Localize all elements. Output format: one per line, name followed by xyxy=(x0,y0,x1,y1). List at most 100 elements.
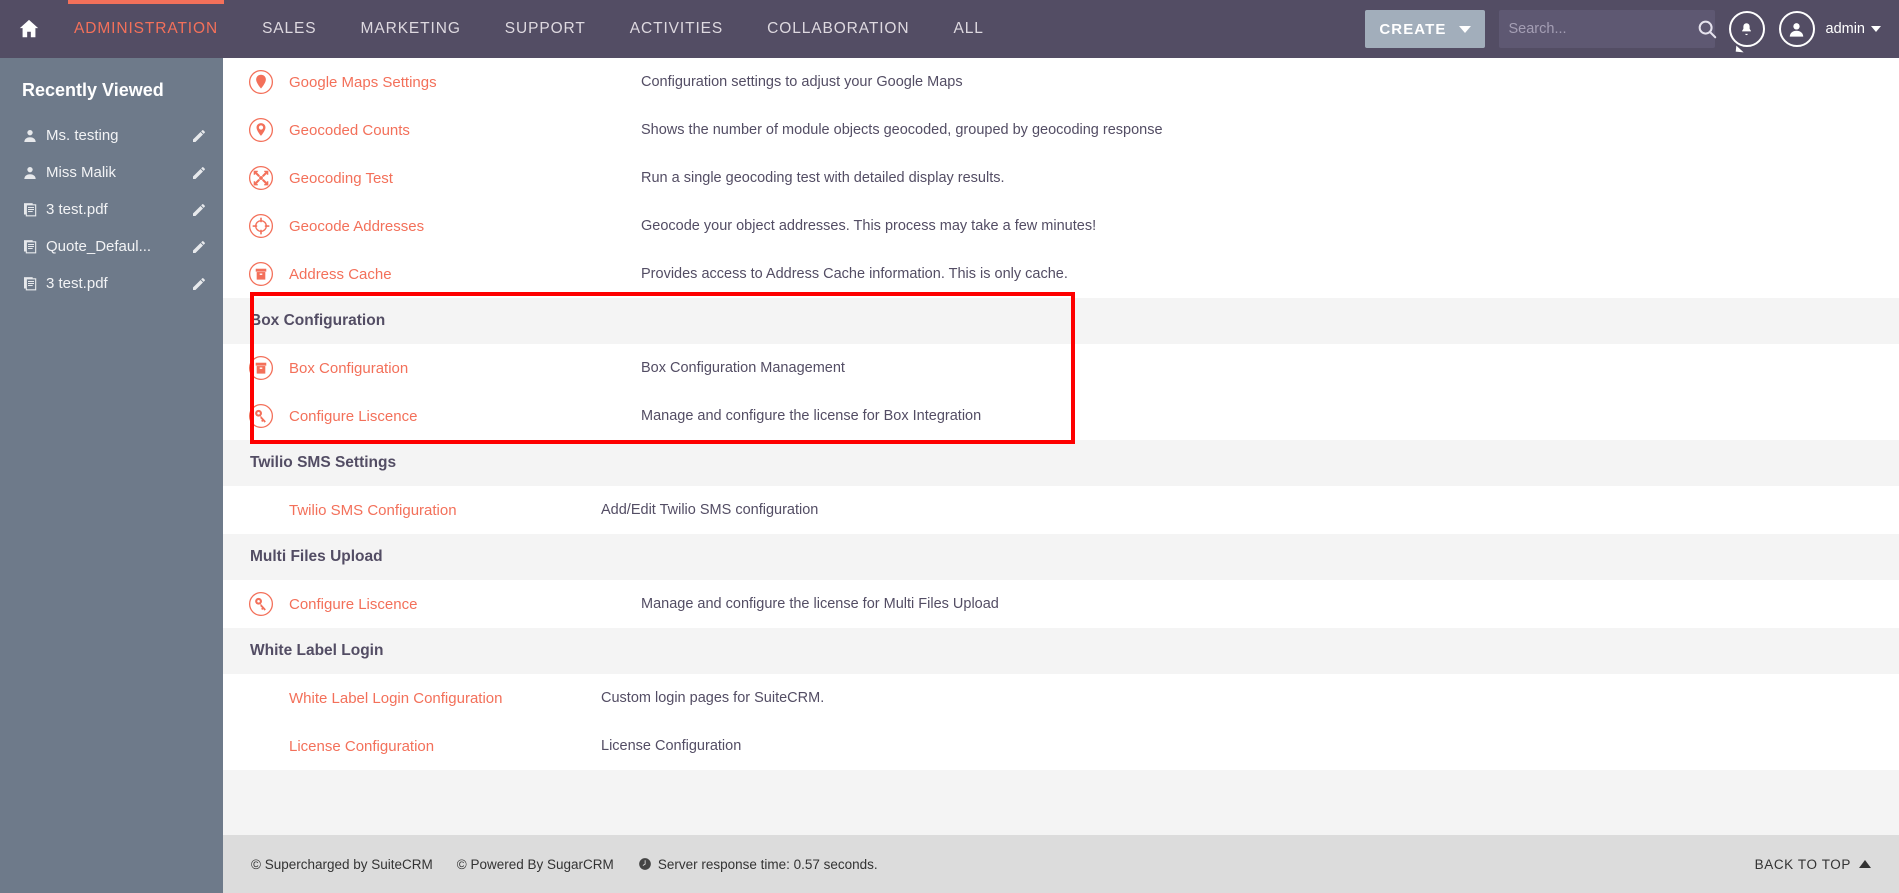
admin-description: Configuration settings to adjust your Go… xyxy=(641,74,963,90)
admin-link[interactable]: Configure Liscence xyxy=(281,408,641,425)
admin-link[interactable]: White Label Login Configuration xyxy=(241,690,601,707)
footer-response-time-text: Server response time: 0.57 seconds. xyxy=(657,856,878,872)
nav-item-collaboration[interactable]: COLLABORATION xyxy=(745,0,931,58)
sidebar-item-2[interactable]: 3 test.pdf xyxy=(0,191,223,228)
admin-row: Twilio SMS Configuration Add/Edit Twilio … xyxy=(223,486,1899,534)
recently-viewed-list: Ms. testing Miss Malik 3 test.pdf Quote_Def… xyxy=(0,117,223,302)
section-panel-0: Google Maps Settings Configuration settin… xyxy=(223,58,1899,298)
pencil-icon[interactable] xyxy=(189,202,207,218)
archive-box-icon xyxy=(241,261,281,287)
admin-link[interactable]: Geocoding Test xyxy=(281,170,641,187)
admin-description: Shows the number of module objects geoco… xyxy=(641,122,1163,138)
user-avatar-icon[interactable] xyxy=(1778,11,1815,47)
admin-sections: Google Maps Settings Configuration settin… xyxy=(223,58,1899,770)
navbar-right-tools: CREATE admin xyxy=(1365,0,1899,58)
back-to-top-label: BACK TO TOP xyxy=(1754,856,1851,872)
admin-description: Geocode your object addresses. This proc… xyxy=(641,218,1097,234)
admin-row: White Label Login Configuration Custom lo… xyxy=(223,674,1899,722)
admin-row: Configure Liscence Manage and configure t… xyxy=(223,580,1899,628)
admin-row: Geocoding Test Run a single geocoding tes… xyxy=(223,154,1899,202)
nav-item-all[interactable]: ALL xyxy=(932,0,1006,58)
document-icon xyxy=(22,238,46,255)
notifications-icon[interactable] xyxy=(1728,11,1765,47)
admin-description: Manage and configure the license for Mul… xyxy=(641,596,999,612)
section-panel-1: Box Configuration Box Configuration Manag… xyxy=(223,344,1899,440)
search-box[interactable] xyxy=(1498,10,1718,48)
section-panel-4: White Label Login Configuration Custom lo… xyxy=(223,674,1899,770)
sidebar-item-label: Quote_Defaul... xyxy=(46,238,152,255)
admin-row: Google Maps Settings Configuration settin… xyxy=(223,58,1899,106)
main-menu: ADMINISTRATION SALES MARKETING SUPPORT ACTIV… xyxy=(52,0,1006,58)
search-icon[interactable] xyxy=(1696,18,1718,40)
pencil-icon[interactable] xyxy=(189,239,207,255)
sidebar-item-0[interactable]: Ms. testing xyxy=(0,117,223,154)
admin-link[interactable]: Google Maps Settings xyxy=(281,74,641,91)
document-icon xyxy=(22,201,46,218)
sidebar-item-3[interactable]: Quote_Defaul... xyxy=(0,228,223,265)
admin-link[interactable]: Geocoded Counts xyxy=(281,122,641,139)
sidebar-item-label: 3 test.pdf xyxy=(46,275,108,292)
top-navigation-bar: ADMINISTRATION SALES MARKETING SUPPORT ACTIV… xyxy=(0,0,1899,58)
admin-description: Run a single geocoding test with detaile… xyxy=(641,170,1005,186)
nav-item-activities[interactable]: ACTIVITIES xyxy=(608,0,745,58)
pencil-icon[interactable] xyxy=(189,276,207,292)
admin-description: License Configuration xyxy=(601,738,742,754)
map-pin-filled-icon xyxy=(241,69,281,95)
admin-link[interactable]: License Configuration xyxy=(241,738,601,755)
create-button-label: CREATE xyxy=(1379,20,1447,38)
chevron-down-icon xyxy=(1458,25,1471,33)
admin-link[interactable]: Box Configuration xyxy=(281,360,641,377)
user-icon xyxy=(22,165,46,181)
create-button[interactable]: CREATE xyxy=(1365,10,1485,48)
nav-item-marketing[interactable]: MARKETING xyxy=(339,0,483,58)
arrow-up-icon xyxy=(1859,860,1871,868)
nav-item-sales[interactable]: SALES xyxy=(240,0,338,58)
pencil-icon[interactable] xyxy=(189,165,207,181)
section-title-1: Box Configuration xyxy=(223,298,1899,344)
footer-response-time: Server response time: 0.57 seconds. xyxy=(638,857,878,872)
sidebar-item-label: 3 test.pdf xyxy=(46,201,108,218)
section-panel-3: Configure Liscence Manage and configure t… xyxy=(223,580,1899,628)
admin-link[interactable]: Twilio SMS Configuration xyxy=(241,502,601,519)
admin-row: Geocoded Counts Shows the number of modul… xyxy=(223,106,1899,154)
pencil-icon[interactable] xyxy=(189,128,207,144)
admin-row: Box Configuration Box Configuration Manag… xyxy=(223,344,1899,392)
admin-row: License Configuration License Configurati… xyxy=(223,722,1899,770)
admin-menu[interactable]: admin xyxy=(1825,21,1881,37)
footer-supercharged: © Supercharged by SuiteCRM xyxy=(251,856,433,872)
archive-box-icon xyxy=(241,355,281,381)
clock-icon xyxy=(638,857,652,871)
sidebar: Recently Viewed Ms. testing Miss Malik 3 t… xyxy=(0,58,223,893)
home-icon[interactable] xyxy=(6,18,52,40)
back-to-top-button[interactable]: BACK TO TOP xyxy=(1755,857,1871,872)
admin-row: Address Cache Provides access to Address … xyxy=(223,250,1899,298)
sidebar-title: Recently Viewed xyxy=(22,80,164,100)
user-icon xyxy=(22,128,46,144)
admin-description: Custom login pages for SuiteCRM. xyxy=(601,690,825,706)
sidebar-item-1[interactable]: Miss Malik xyxy=(0,154,223,191)
admin-link[interactable]: Address Cache xyxy=(281,266,641,283)
key-icon xyxy=(241,403,281,429)
document-icon xyxy=(22,275,46,292)
nav-item-support[interactable]: SUPPORT xyxy=(483,0,608,58)
footer-powered: © Powered By SugarCRM xyxy=(456,856,614,872)
search-input[interactable] xyxy=(1508,21,1696,37)
admin-description: Provides access to Address Cache informa… xyxy=(641,266,1068,282)
admin-menu-label: admin xyxy=(1825,21,1866,37)
map-pin-star-icon xyxy=(241,117,281,143)
main-content-area: Google Maps Settings Configuration settin… xyxy=(223,58,1899,835)
sidebar-item-label: Ms. testing xyxy=(46,127,119,144)
admin-description: Add/Edit Twilio SMS configuration xyxy=(601,502,819,518)
page-footer: © Supercharged by SuiteCRM © Powered By … xyxy=(223,835,1899,893)
admin-link[interactable]: Geocode Addresses xyxy=(281,218,641,235)
section-title-2: Twilio SMS Settings xyxy=(223,440,1899,486)
sidebar-item-4[interactable]: 3 test.pdf xyxy=(0,265,223,302)
nav-item-administration[interactable]: ADMINISTRATION xyxy=(52,0,240,58)
section-panel-2: Twilio SMS Configuration Add/Edit Twilio … xyxy=(223,486,1899,534)
crosshair-icon xyxy=(241,213,281,239)
sidebar-item-label: Miss Malik xyxy=(46,164,116,181)
chevron-down-icon xyxy=(1871,26,1881,32)
admin-description: Manage and configure the license for Box… xyxy=(641,408,982,424)
section-title-4: White Label Login xyxy=(223,628,1899,674)
admin-link[interactable]: Configure Liscence xyxy=(281,596,641,613)
